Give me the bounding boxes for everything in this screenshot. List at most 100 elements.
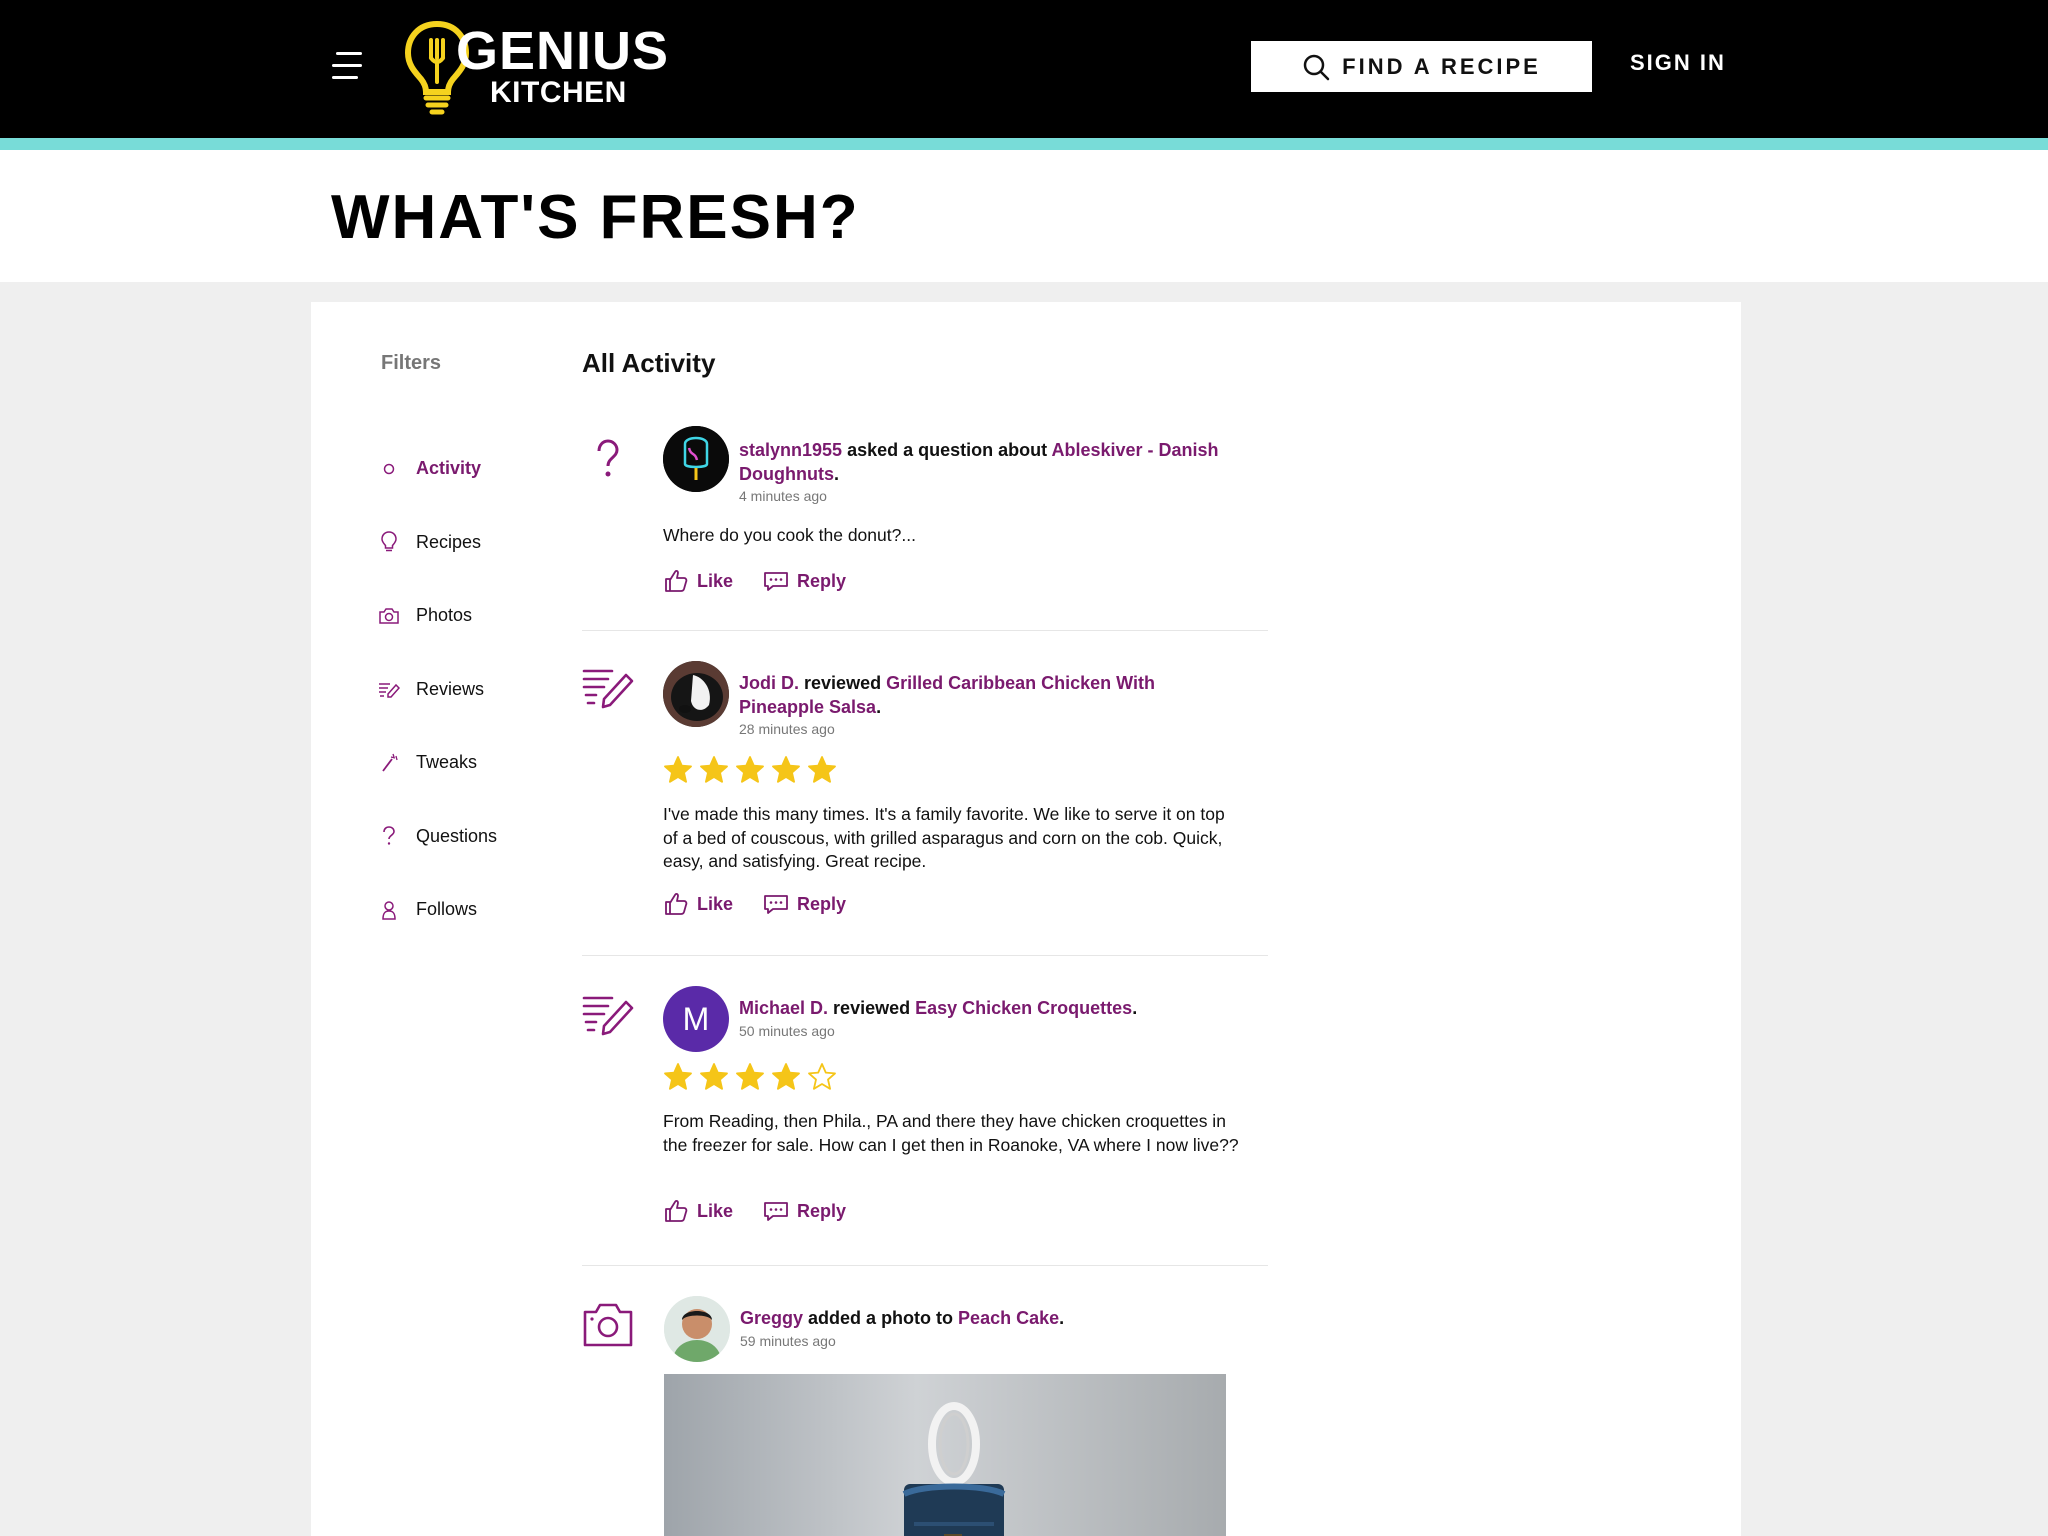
menu-icon[interactable] — [332, 52, 362, 80]
camera-icon — [583, 1303, 633, 1347]
filter-item-reviews[interactable]: Reviews — [378, 653, 497, 727]
logo-wordmark-genius: GENIUS — [456, 21, 670, 81]
star-empty-icon — [808, 1063, 836, 1090]
period: . — [833, 464, 839, 484]
question-icon — [378, 825, 400, 847]
activity-entry: Jodi D. reviewed Grilled Caribbean Chick… — [582, 631, 1268, 956]
star-rating — [663, 1062, 837, 1092]
activity-body-text: Where do you cook the donut?... — [663, 525, 916, 545]
like-label: Like — [697, 893, 734, 914]
user-link[interactable]: Michael D. — [739, 998, 828, 1018]
page-title-band: WHAT'S FRESH? — [0, 150, 2048, 282]
review-pencil-icon — [582, 669, 634, 709]
filter-item-recipes[interactable]: Recipes — [378, 506, 497, 580]
activity-headline: Jodi D. reviewed Grilled Caribbean Chick… — [739, 671, 1239, 719]
star-filled-icon — [700, 756, 728, 783]
header-accent-stripe — [0, 138, 2048, 150]
period: . — [1059, 1308, 1065, 1328]
star-filled-icon — [736, 756, 764, 783]
star-filled-icon — [772, 756, 800, 783]
filter-label: Questions — [416, 825, 498, 846]
page-title: WHAT'S FRESH? — [331, 183, 860, 252]
thumbs-up-icon — [665, 570, 688, 592]
activity-actions: Like Reply — [663, 568, 846, 594]
review-pencil-icon — [378, 678, 400, 700]
like-label: Like — [697, 1200, 734, 1221]
activity-entry: Greggy added a photo to Peach Cake. 59 m… — [582, 1266, 1268, 1536]
reply-button[interactable]: Reply — [763, 891, 846, 917]
activity-headline: Greggy added a photo to Peach Cake. — [740, 1306, 1240, 1330]
review-pencil-icon — [582, 996, 634, 1036]
dog-avatar-image — [663, 661, 729, 727]
activity-verb: reviewed — [833, 998, 911, 1018]
recipe-photo[interactable] — [664, 1374, 1226, 1536]
reply-button[interactable]: Reply — [763, 1198, 846, 1224]
star-filled-icon — [700, 1063, 728, 1090]
avatar[interactable] — [664, 1296, 730, 1362]
popsicle-avatar-image — [663, 426, 729, 492]
filter-label: Recipes — [416, 531, 482, 552]
avatar[interactable]: M — [663, 986, 729, 1052]
filter-label: Activity — [416, 458, 482, 479]
recipe-link[interactable]: Peach Cake — [958, 1308, 1059, 1328]
sign-in-link[interactable]: SIGN IN — [1630, 50, 1726, 76]
user-link[interactable]: Jodi D. — [739, 673, 799, 693]
recipe-link[interactable]: Easy Chicken Croquettes — [915, 998, 1132, 1018]
filter-label: Photos — [416, 605, 473, 626]
activity-verb: asked a question about — [847, 440, 1048, 460]
genius-kitchen-logo[interactable]: GENIUS KITCHEN — [402, 18, 668, 118]
logo-wordmark-kitchen: KITCHEN — [490, 76, 627, 109]
camera-icon — [378, 605, 400, 627]
reply-button[interactable]: Reply — [763, 568, 846, 594]
activity-entry: stalynn1955 asked a question about Ables… — [582, 416, 1268, 631]
top-navigation-bar: GENIUS KITCHEN FIND A RECIPE SIGN IN — [0, 0, 2048, 138]
star-filled-icon — [808, 756, 836, 783]
all-activity-heading: All Activity — [582, 348, 716, 378]
user-photo-avatar-image — [664, 1296, 730, 1362]
timestamp: 50 minutes ago — [739, 1023, 835, 1039]
filters-heading: Filters — [381, 352, 442, 374]
star-rating — [663, 755, 837, 785]
period: . — [1132, 998, 1138, 1018]
user-link[interactable]: Greggy — [740, 1308, 803, 1328]
thumbs-up-icon — [665, 1200, 688, 1222]
activity-body-text: From Reading, then Phila., PA and there … — [663, 1111, 1239, 1155]
activity-entry: M Michael D. reviewed Easy Chicken Croqu… — [582, 956, 1268, 1266]
filter-item-follows[interactable]: Follows — [378, 873, 497, 947]
filter-item-tweaks[interactable]: Tweaks — [378, 726, 497, 800]
find-a-recipe-button[interactable]: FIND A RECIPE — [1251, 41, 1592, 92]
like-label: Like — [697, 570, 734, 591]
like-button[interactable]: Like — [663, 1198, 733, 1224]
period: . — [876, 697, 882, 717]
like-button[interactable]: Like — [663, 568, 733, 594]
find-a-recipe-label: FIND A RECIPE — [1342, 53, 1541, 79]
reply-label: Reply — [797, 570, 847, 591]
reply-label: Reply — [797, 893, 847, 914]
activity-actions: Like Reply — [663, 891, 846, 917]
filter-item-activity[interactable]: Activity — [378, 432, 497, 506]
filter-list: Activity Recipes Photos Reviews Tweaks Q… — [378, 432, 497, 947]
activity-body-text: I've made this many times. It's a family… — [663, 804, 1225, 871]
timestamp: 59 minutes ago — [740, 1333, 836, 1349]
peach-cake-photo-image — [664, 1374, 1226, 1536]
activity-verb: added a photo to — [808, 1308, 954, 1328]
thumbs-up-icon — [665, 893, 688, 915]
filter-label: Follows — [416, 899, 478, 920]
lightbulb-icon — [378, 531, 400, 553]
avatar[interactable] — [663, 661, 729, 727]
activity-headline: Michael D. reviewed Easy Chicken Croquet… — [739, 996, 1239, 1020]
person-icon — [378, 899, 400, 921]
avatar[interactable] — [663, 426, 729, 492]
comment-icon — [764, 1202, 788, 1221]
filter-item-photos[interactable]: Photos — [378, 579, 497, 653]
reply-label: Reply — [797, 1200, 847, 1221]
filter-item-questions[interactable]: Questions — [378, 800, 497, 874]
timestamp: 28 minutes ago — [739, 721, 835, 737]
question-icon — [597, 439, 619, 477]
avatar-letter: M — [682, 1000, 710, 1037]
activity-feed: stalynn1955 asked a question about Ables… — [582, 416, 1268, 1536]
filter-label: Reviews — [416, 678, 485, 699]
user-link[interactable]: stalynn1955 — [739, 440, 842, 460]
like-button[interactable]: Like — [663, 891, 733, 917]
recipe-link[interactable]: Grilled Caribbean Chicken With Pineapple… — [739, 673, 1155, 717]
